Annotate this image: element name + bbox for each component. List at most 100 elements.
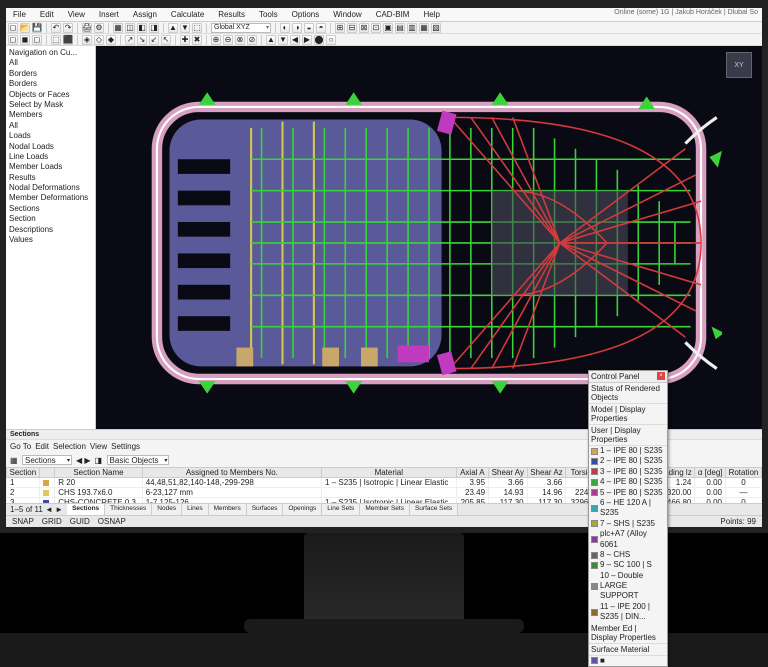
material-item[interactable]: 11 – IPE 200 | S235 | DIN... [589,602,667,623]
tool-btn[interactable]: ▲ [168,23,178,33]
material-item[interactable]: 3 – IPE 80 | S235 [589,467,667,477]
bottom-tab[interactable]: Line Sets [322,504,360,515]
tool-btn[interactable]: ◐ [280,23,290,33]
tool-btn[interactable]: ◻ [32,35,42,45]
tree-item[interactable]: Borders [8,79,93,89]
menu-cadbim[interactable]: CAD-BIM [373,9,413,20]
status-guid[interactable]: GUID [70,517,90,526]
tree-item[interactable]: Navigation on Cu... [8,48,93,58]
status-snap[interactable]: SNAP [12,517,34,526]
tool-btn[interactable]: ↘ [137,35,147,45]
redo-icon[interactable]: ↷ [63,23,73,33]
tree-item[interactable]: Descriptions [8,225,93,235]
tool-btn[interactable]: ↗ [125,35,135,45]
bp-tab-settings[interactable]: Settings [111,442,140,451]
tool-btn[interactable]: ↖ [161,35,171,45]
material-item[interactable]: 2 – IPE 80 | S235 [589,456,667,466]
open-icon[interactable]: 📂 [20,23,30,33]
material-item[interactable]: 10 – Double LARGE SUPPORT [589,571,667,602]
tree-item[interactable]: Members [8,110,93,120]
tool-btn[interactable]: ▦ [419,23,429,33]
tree-item[interactable]: Section [8,214,93,224]
tree-item[interactable]: All [8,121,93,131]
tool-btn[interactable]: ⬚ [192,23,202,33]
tool-btn[interactable]: ◧ [137,23,147,33]
tool-btn[interactable]: ▼ [180,23,190,33]
bp-tab-goto[interactable]: Go To [10,442,31,451]
bp-tab-selection[interactable]: Selection [53,442,86,451]
material-item[interactable]: 9 – SC 100 | S [589,560,667,570]
tool-btn[interactable]: ✚ [180,35,190,45]
tool-btn[interactable]: ▲ [266,35,276,45]
bottom-tab[interactable]: Lines [182,504,209,515]
tool-btn[interactable]: ⊖ [223,35,233,45]
bp-tab-edit[interactable]: Edit [35,442,49,451]
bottom-tab[interactable]: Thicknesses [105,504,152,515]
tool-btn[interactable]: ○ [326,35,336,45]
menu-results[interactable]: Results [215,9,248,20]
menu-view[interactable]: View [65,9,88,20]
tool-btn[interactable]: ◈ [82,35,92,45]
menu-calculate[interactable]: Calculate [168,9,207,20]
tool-btn[interactable]: ◒ [304,23,314,33]
menu-edit[interactable]: Edit [37,9,57,20]
cp-member-section[interactable]: Member Ed | Display Properties [589,623,667,644]
cp-section[interactable]: User | Display Properties [589,425,667,446]
tool-btn[interactable]: ▧ [431,23,441,33]
tool-btn[interactable]: ◀ [290,35,300,45]
undo-icon[interactable]: ↶ [51,23,61,33]
material-item[interactable]: 1 – IPE 80 | S235 [589,446,667,456]
bottom-tab[interactable]: Sections [67,504,105,515]
tool-btn[interactable]: ◇ [94,35,104,45]
menu-options[interactable]: Options [289,9,323,20]
cp-section[interactable]: Status of Rendered Objects [589,383,667,404]
tool-btn[interactable]: ◑ [292,23,302,33]
tool-btn[interactable]: ▦ [113,23,123,33]
bp-tab-view[interactable]: View [90,442,107,451]
tool-btn[interactable]: ◻ [8,35,18,45]
menu-insert[interactable]: Insert [96,9,122,20]
tool-btn[interactable]: ◓ [316,23,326,33]
menu-tools[interactable]: Tools [256,9,281,20]
control-panel[interactable]: Control Panel × Status of Rendered Objec… [588,370,668,667]
tool-btn[interactable]: ⊕ [211,35,221,45]
tree-item[interactable]: Sections [8,204,93,214]
coord-combo[interactable]: Global XYZ [211,23,271,33]
new-icon[interactable]: ◻ [8,23,18,33]
navigator-tree[interactable]: Navigation on Cu...AllBordersBordersObje… [6,46,96,429]
tree-item[interactable]: Nodal Deformations [8,183,93,193]
bottom-tab[interactable]: Member Sets [360,504,410,515]
tool-btn[interactable]: ⊠ [359,23,369,33]
status-osnap[interactable]: OSNAP [98,517,126,526]
tool-btn[interactable]: ⬚ [51,35,61,45]
tree-item[interactable]: Member Loads [8,162,93,172]
tool-btn[interactable]: ✖ [192,35,202,45]
tree-item[interactable]: Results [8,173,93,183]
tool-btn[interactable]: ◼ [20,35,30,45]
bottom-tab[interactable]: Openings [283,504,322,515]
tree-item[interactable]: Loads [8,131,93,141]
tool-btn[interactable]: ◆ [106,35,116,45]
tool-btn[interactable]: ▼ [278,35,288,45]
tool-btn[interactable]: ↙ [149,35,159,45]
basicobjects-combo[interactable]: Basic Objects [107,455,170,465]
material-item[interactable]: 4 – IPE 80 | S235 [589,477,667,487]
status-grid[interactable]: GRID [42,517,62,526]
tool-btn[interactable]: ▥ [407,23,417,33]
tool-btn[interactable]: ◨ [149,23,159,33]
menu-file[interactable]: File [10,9,29,20]
tool-btn[interactable]: ⊞ [335,23,345,33]
bottom-tab[interactable]: Surfaces [247,504,284,515]
material-item[interactable]: 8 – CHS [589,550,667,560]
tool-btn[interactable]: ⊘ [247,35,257,45]
bottom-tab[interactable]: Surface Sets [410,504,458,515]
bottom-tab[interactable]: Nodes [152,504,182,515]
save-icon[interactable]: 💾 [32,23,42,33]
tree-item[interactable]: Borders [8,69,93,79]
cp-section[interactable]: Model | Display Properties [589,404,667,425]
tree-item[interactable]: Objects or Faces [8,90,93,100]
tree-item[interactable]: Select by Mask [8,100,93,110]
print-icon[interactable]: 🖨 [82,23,92,33]
tool-btn[interactable]: ⬤ [314,35,324,45]
tree-item[interactable]: All [8,58,93,68]
